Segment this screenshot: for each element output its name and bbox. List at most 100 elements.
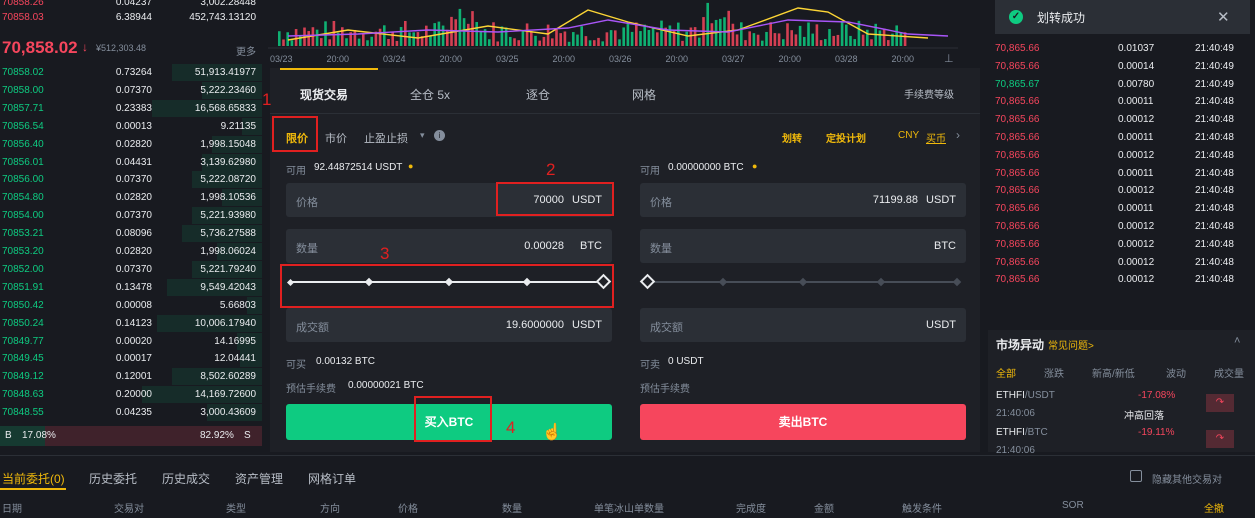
sell-quantity-field[interactable]: 数量 BTC [640, 229, 966, 263]
tab-order-history[interactable]: 历史委托 [89, 470, 137, 487]
volume-bar [845, 24, 848, 46]
column-header[interactable]: 方向 [320, 500, 340, 515]
volume-bar [513, 38, 516, 46]
currency-cny[interactable]: CNY [898, 130, 919, 141]
volume-bar [370, 36, 373, 46]
more-link[interactable]: 更多 [236, 43, 256, 58]
bid-row[interactable]: 70848.55 0.04235 3,000.43609 [0, 404, 262, 422]
bid-row[interactable]: 70850.24 0.14123 10,006.17940 [0, 314, 262, 333]
ask-row[interactable]: 70858.03 6.38944 452,743.13120 [0, 9, 262, 27]
market-tab-volatility[interactable]: 波动 [1166, 365, 1186, 380]
volume-bar [853, 39, 856, 46]
tab-grid[interactable]: 网格 [632, 86, 656, 103]
bid-price: 70848.63 [2, 389, 44, 401]
price-chart[interactable]: 03/23 20:00 03/24 20:00 03/25 20:00 03/26 20:00… [268, 0, 968, 68]
trade-qty: 0.00012 [1118, 114, 1155, 126]
info-icon[interactable]: i [434, 130, 445, 141]
tab-grid-orders[interactable]: 网格订单 [308, 470, 356, 487]
tab-isolated[interactable]: 逐仓 [526, 86, 550, 103]
fee-level-link[interactable]: 手续费等级 [904, 86, 954, 101]
annotation-box-price [496, 182, 614, 216]
sell-btc-button[interactable]: 卖出BTC [640, 404, 966, 440]
x-axis-label: 20:00 [779, 54, 802, 64]
close-icon[interactable]: ✕ [1217, 8, 1230, 26]
sell-price-field[interactable]: 价格 71199.88 USDT [640, 183, 966, 217]
bid-row[interactable]: 70857.71 0.23383 16,568.65833 [0, 99, 262, 118]
tab-cross-margin[interactable]: 全仓 5x [410, 86, 450, 103]
order-type-stop[interactable]: 止盈止损 [364, 130, 408, 146]
market-tab-change[interactable]: 涨跌 [1044, 365, 1064, 380]
volume-bar [870, 39, 873, 46]
bid-row[interactable]: 70858.00 0.07370 5,222.23460 [0, 81, 262, 100]
bid-row[interactable]: 70849.12 0.12001 8,502.60289 [0, 368, 262, 386]
transfer-link[interactable]: 划转 [782, 130, 802, 145]
volume-bar [849, 35, 852, 46]
tab-open-orders[interactable]: 当前委托(0) [2, 470, 65, 487]
bid-row[interactable]: 70856.01 0.04431 3,139.62980 [0, 153, 262, 172]
chevron-up-icon[interactable]: ˄ [1234, 335, 1240, 347]
column-header[interactable]: 类型 [226, 500, 246, 515]
market-tab-all[interactable]: 全部 [996, 365, 1016, 380]
chevron-right-icon[interactable]: › [956, 128, 960, 142]
bid-row[interactable]: 70850.42 0.00008 5.66803 [0, 296, 262, 315]
trade-time: 21:40:48 [1195, 185, 1234, 197]
buy-total-input[interactable]: 19.6000000 [506, 319, 564, 331]
hide-others-checkbox[interactable] [1130, 470, 1142, 482]
volume-bar [815, 24, 819, 46]
market-item-pair[interactable]: ETHFI/BTC [996, 427, 1048, 438]
bid-row[interactable]: 70854.80 0.02820 1,998.10536 [0, 189, 262, 207]
bid-row[interactable]: 70856.54 0.00013 9.21135 [0, 117, 262, 136]
trade-row: 70,865.66 0.00014 21:40:49 [990, 58, 1252, 76]
buy-quantity-input[interactable]: 0.00028 [524, 240, 564, 252]
market-tab-high-low[interactable]: 新高/新低 [1092, 365, 1135, 380]
volume-bar [479, 31, 483, 46]
coin-info-icon[interactable]: ● [408, 161, 413, 171]
bid-row[interactable]: 70854.00 0.07370 5,221.93980 [0, 207, 262, 225]
market-title: 市场异动 [996, 338, 1045, 352]
bid-row[interactable]: 70856.40 0.02820 1,998.15048 [0, 135, 262, 154]
pin-icon[interactable]: ⊥ [944, 52, 954, 65]
x-axis-label: 20:00 [327, 54, 350, 64]
order-type-market[interactable]: 市价 [325, 130, 347, 146]
tab-assets[interactable]: 资产管理 [235, 470, 283, 487]
sell-total-field[interactable]: 成交额 USDT [640, 308, 966, 342]
bid-row[interactable]: 70853.21 0.08096 5,736.27588 [0, 225, 262, 243]
trend-down-icon: ↷ [1206, 394, 1234, 412]
bid-row[interactable]: 70849.45 0.00017 12.04441 [0, 350, 262, 368]
annotation-box-buy [414, 396, 492, 442]
column-header[interactable]: 全撤 [1204, 500, 1224, 515]
sell-price-input[interactable]: 71199.88 [873, 194, 918, 206]
annotation-box-limit [272, 116, 318, 152]
bid-row[interactable]: 70853.20 0.02820 1,998.06024 [0, 243, 262, 261]
bid-row[interactable]: 70852.00 0.07370 5,221.79240 [0, 260, 262, 279]
bid-row[interactable]: 70858.02 0.73264 51,913.41977 [0, 64, 262, 82]
bid-row[interactable]: 70848.63 0.20000 14,169.72600 [0, 386, 262, 404]
coin-info-icon[interactable]: ● [752, 161, 757, 171]
buy-quantity-field[interactable]: 数量 0.00028 BTC [286, 229, 612, 263]
indicator-line [287, 19, 949, 37]
buy-total-field[interactable]: 成交额 19.6000000 USDT [286, 308, 612, 342]
tab-trade-history[interactable]: 历史成交 [162, 470, 210, 487]
volume-bar [651, 28, 655, 46]
tab-spot[interactable]: 现货交易 [300, 86, 348, 103]
buy-coin-link[interactable]: 买币 [926, 130, 946, 145]
slider-handle[interactable] [639, 273, 656, 290]
bid-row[interactable]: 70856.00 0.07370 5,222.08720 [0, 171, 262, 189]
can-buy-label: 可买 [286, 360, 306, 371]
market-item-pair[interactable]: ETHFI/USDT [996, 390, 1055, 401]
trade-row: 70,865.66 0.00012 21:40:48 [990, 111, 1252, 129]
caret-down-icon[interactable]: ▾ [420, 130, 425, 141]
buy-fee-label: 预估手续费 [286, 384, 336, 395]
bid-total: 5,221.93980 [200, 210, 256, 222]
bid-qty: 0.02820 [115, 246, 152, 257]
trade-qty: 0.00011 [1118, 96, 1154, 108]
bid-row[interactable]: 70851.91 0.13478 9,549.42043 [0, 278, 262, 297]
market-tab-volume[interactable]: 成交量 [1214, 365, 1244, 380]
faq-link[interactable]: 常见问题> [1048, 337, 1094, 352]
dca-link[interactable]: 定投计划 [826, 130, 866, 145]
volume-bar [429, 36, 432, 46]
sell-amount-slider[interactable] [639, 269, 966, 295]
bid-row[interactable]: 70849.77 0.00020 14.16995 [0, 332, 262, 351]
trade-price: 70,865.66 [995, 60, 1040, 72]
volume-bar [840, 21, 844, 46]
